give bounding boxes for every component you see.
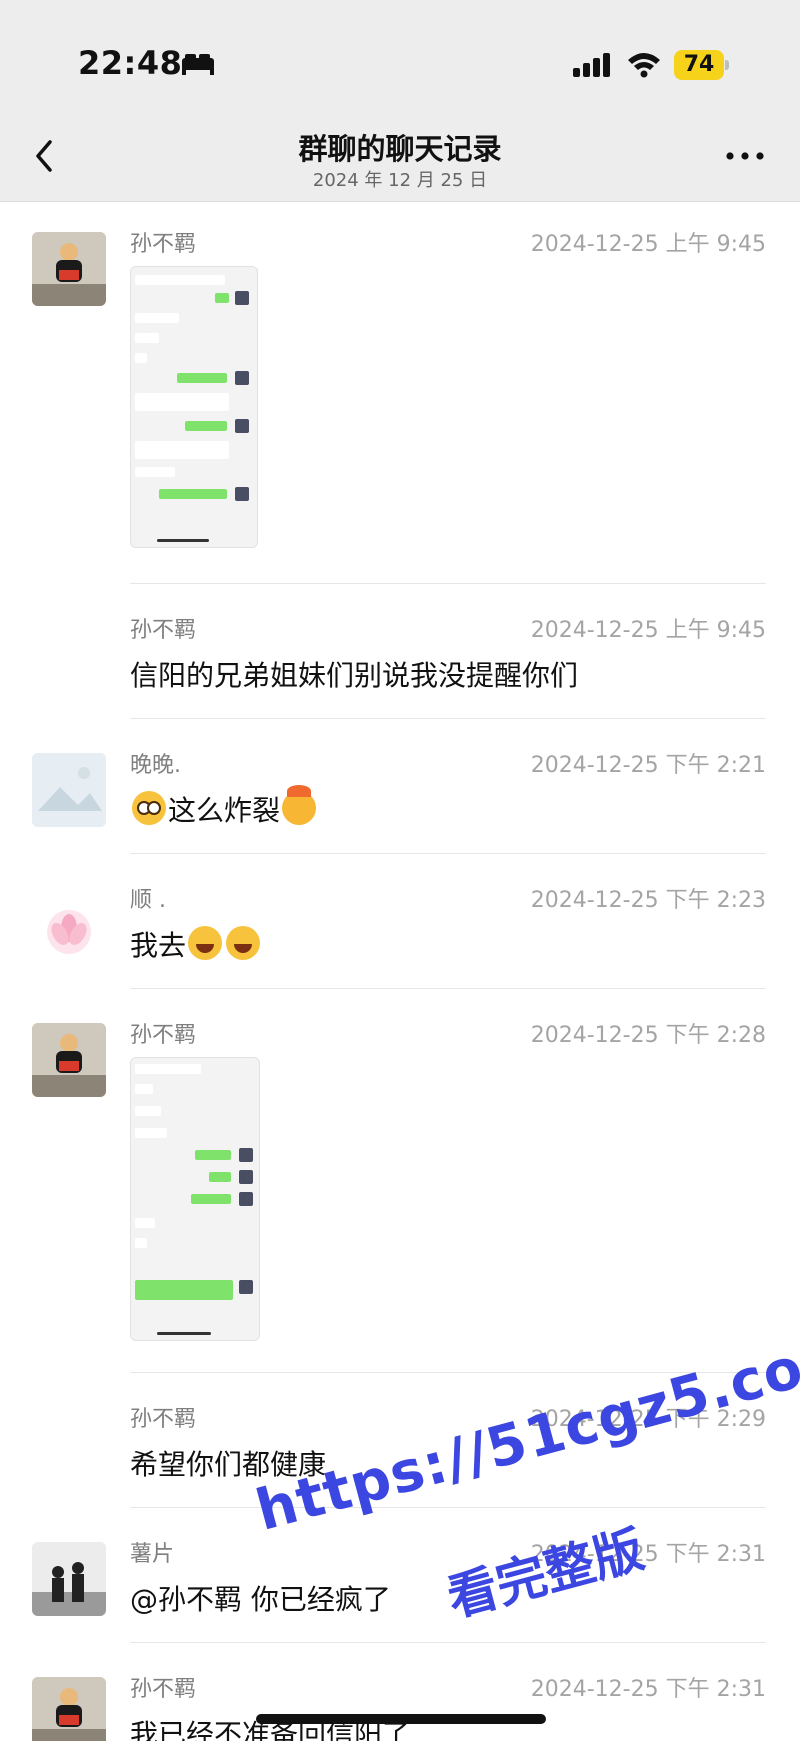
battery-tip [725,60,729,70]
tears-of-joy-emoji-icon [226,926,261,960]
message-item[interactable]: 顺 . 2024-12-25 下午 2:23 我去 [0,854,800,989]
message-text-row: 我去 [130,924,262,964]
message-time: 2024-12-25 下午 2:23 [530,888,766,913]
chat-screenshot-thumbnail[interactable] [130,1057,260,1341]
message-text: 这么炸裂 [168,794,281,827]
sender-name: 孙不羁 [130,232,197,257]
message-text: 信阳的兄弟姐妹们别说我没提醒你们 [130,659,579,692]
page-title: 群聊的聊天记录 [298,132,502,166]
sender-name: 孙不羁 [130,1677,197,1702]
chat-screenshot-thumbnail[interactable] [130,266,258,548]
avatar-sun-bu-ji[interactable] [32,232,106,306]
home-indicator[interactable] [256,1714,546,1724]
sender-name: 顺 . [130,888,166,913]
sender-name: 孙不羁 [130,618,197,643]
sender-name: 薯片 [130,1542,175,1567]
page-subtitle-date: 2024 年 12 月 25 日 [312,170,488,191]
avatar-image [32,888,106,962]
status-time: 22:48 [78,44,183,82]
sender-name: 晚晚. [130,753,181,778]
watermark-subtitle: 看完整版 [441,1520,650,1628]
tears-of-joy-emoji-icon [188,926,223,960]
message-time: 2024-12-25 下午 2:28 [530,1023,766,1048]
avatar-sun-bu-ji[interactable] [32,1023,106,1097]
avatar-shun[interactable] [32,888,106,962]
nav-bar: 群聊的聊天记录 2024 年 12 月 25 日 [0,110,800,202]
battery-level: 74 [683,52,715,77]
avatar-image [32,1542,106,1616]
status-bar: 22:48 74 [0,0,800,110]
sender-name: 孙不羁 [130,1023,197,1048]
cellular-signal-icon [573,53,610,77]
avatar-wan-wan[interactable] [32,753,106,827]
shocked-face-emoji-icon [132,791,166,825]
avatar-sun-bu-ji[interactable] [32,1677,106,1741]
more-options-icon[interactable] [724,148,766,164]
avatar-image [32,753,106,827]
avatar-shu-pian[interactable] [32,1542,106,1616]
wifi-icon [628,53,660,78]
avatar-image [32,1023,106,1097]
exploding-head-emoji-icon [282,785,317,825]
battery-indicator: 74 [674,50,730,80]
sleep-mode-icon [182,54,214,75]
watermark-overlay: https://51cgz5.com 看完整版 [250,1320,800,1700]
message-item[interactable]: 晚晚. 2024-12-25 下午 2:21 这么炸裂 [0,719,800,854]
message-text-row: 这么炸裂 [130,785,318,829]
message-time: 2024-12-25 下午 2:21 [530,753,766,778]
sender-name: 孙不羁 [130,1407,197,1432]
avatar-image [32,232,106,306]
message-item[interactable]: 孙不羁 2024-12-25 下午 2:28 [0,989,800,1373]
message-item[interactable]: 孙不羁 2024-12-25 上午 9:45 信阳的兄弟姐妹们别说我没提醒你们 [0,584,800,719]
message-time: 2024-12-25 上午 9:45 [530,618,766,643]
message-item[interactable]: 孙不羁 2024-12-25 上午 9:45 [0,202,800,584]
avatar-image [32,1677,106,1741]
message-text: 我去 [130,929,187,962]
message-time: 2024-12-25 上午 9:45 [530,232,766,257]
